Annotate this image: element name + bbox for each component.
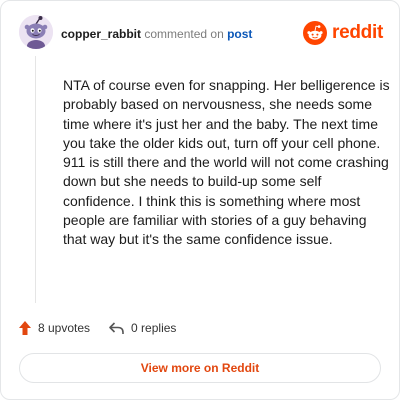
reply-arrow-icon xyxy=(108,321,125,335)
thread-line xyxy=(35,56,36,303)
reddit-snoo-icon xyxy=(303,21,328,45)
reddit-logo[interactable]: reddit xyxy=(303,21,383,45)
view-more-button[interactable]: View more on Reddit xyxy=(19,353,381,383)
comment-byline: copper_rabbit commented on post xyxy=(61,27,252,41)
comment-body: NTA of course even for snapping. Her bel… xyxy=(63,77,390,248)
reddit-wordmark: reddit xyxy=(332,22,383,43)
comment-header: copper_rabbit commented on post reddit xyxy=(19,15,385,55)
upvote-label: 8 upvotes xyxy=(38,321,91,335)
snoo-avatar-icon xyxy=(19,15,53,49)
comment-footer: 8 upvotes 0 replies xyxy=(18,318,176,338)
embedded-comment-card: copper_rabbit commented on post reddit N… xyxy=(0,0,400,400)
username-link[interactable]: copper_rabbit xyxy=(61,27,141,41)
user-avatar[interactable] xyxy=(19,15,53,49)
reply-label: 0 replies xyxy=(131,321,177,335)
post-link[interactable]: post xyxy=(227,27,252,41)
byline-action-text: commented on xyxy=(144,27,224,41)
upvote-arrow-icon xyxy=(18,320,32,336)
reply-count[interactable]: 0 replies xyxy=(108,321,176,335)
upvote-count[interactable]: 8 upvotes xyxy=(18,320,90,336)
